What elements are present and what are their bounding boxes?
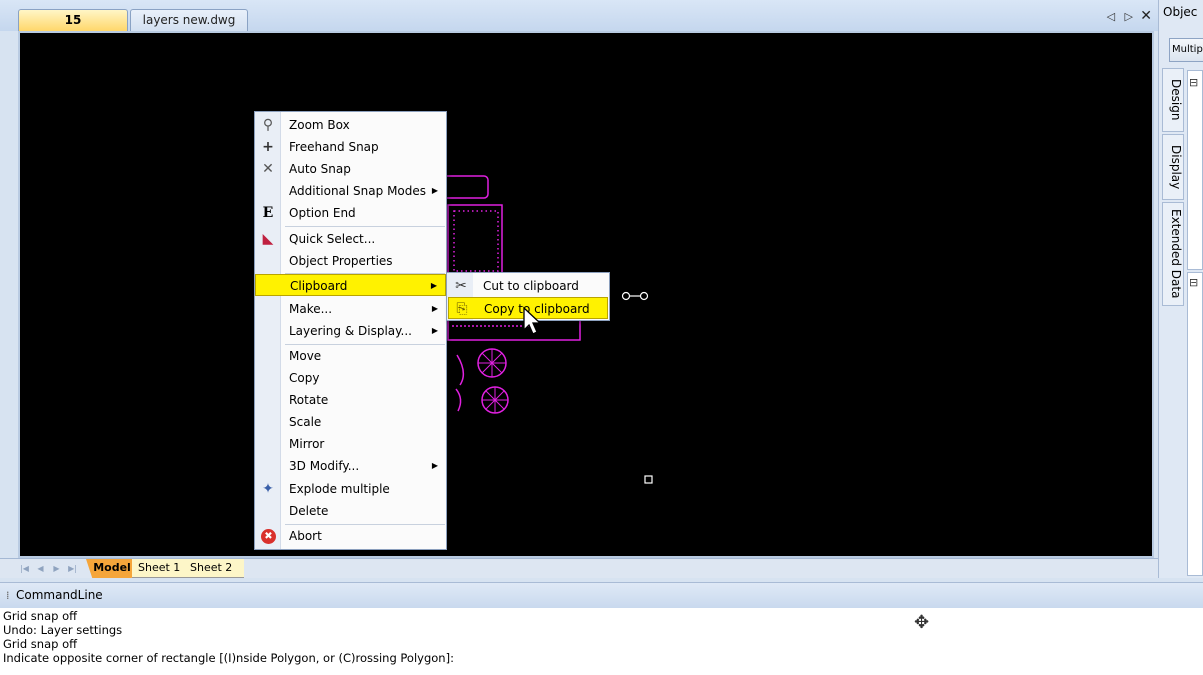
tab-15-layers-dwg[interactable]: 15 layers.dwg — [18, 9, 128, 47]
collapse-icon[interactable]: ⊟ — [1189, 76, 1198, 89]
last-sheet-arrow[interactable]: ▶| — [66, 562, 79, 575]
tab-layers-new-dwg[interactable]: layers new.dwg — [130, 9, 248, 31]
menu-item-abort[interactable]: ✖ Abort — [255, 525, 446, 547]
sheet-tab-model[interactable]: Model — [86, 559, 138, 578]
scissors-icon: ✂ — [455, 278, 467, 294]
menu-item-clipboard[interactable]: Clipboard ▶ — [255, 274, 446, 296]
grip-handles[interactable] — [621, 291, 653, 484]
menu-item-scale[interactable]: Scale — [255, 411, 446, 433]
zoom-box-icon: ⚲ — [262, 117, 274, 133]
tab-display[interactable]: Display — [1162, 134, 1184, 200]
sheet-tab-sheet-2[interactable]: Sheet 2 — [184, 559, 244, 578]
submenu-arrow-icon: ▶ — [431, 461, 438, 470]
submenu-arrow-icon: ▶ — [431, 326, 438, 335]
menu-item-copy[interactable]: Copy — [255, 367, 446, 389]
document-tab-strip: 15 layers.dwg layers new.dwg ◁ ▷ ✕ — [0, 0, 1158, 47]
menu-item-object-properties[interactable]: Object Properties — [255, 250, 446, 272]
command-output-line: Undo: Layer settings — [3, 623, 123, 637]
sheet-tab-bar: |◀ ◀ ▶ ▶| Model Sheet 1 Sheet 2 — [0, 558, 1158, 578]
menu-item-rotate[interactable]: Rotate — [255, 389, 446, 411]
explode-icon: ✦ — [262, 481, 274, 497]
command-output-line: Indicate opposite corner of rectangle [(… — [3, 651, 454, 665]
menu-item-delete[interactable]: Delete — [255, 500, 446, 522]
command-output-line: Grid snap off — [3, 609, 78, 623]
context-menu: ⚲ Zoom Box + Freehand Snap ✕ Auto Snap A… — [254, 111, 447, 550]
panel-title: Objec — [1163, 5, 1198, 19]
menu-item-mirror[interactable]: Mirror — [255, 433, 446, 455]
copy-icon: ⎘ — [456, 301, 468, 317]
menu-item-additional-snap-modes[interactable]: Additional Snap Modes ▶ — [255, 180, 446, 202]
submenu-arrow-icon: ▶ — [430, 281, 437, 290]
prev-sheet-arrow[interactable]: ◀ — [34, 562, 47, 575]
collapse-icon[interactable]: ⊟ — [1189, 276, 1198, 289]
menu-item-move[interactable]: Move — [255, 345, 446, 367]
menu-item-3d-modify[interactable]: 3D Modify... ▶ — [255, 455, 446, 477]
tab-extended-data[interactable]: Extended Data — [1162, 202, 1184, 306]
menu-item-auto-snap[interactable]: ✕ Auto Snap — [255, 158, 446, 180]
tab-design[interactable]: Design — [1162, 68, 1184, 132]
first-sheet-arrow[interactable]: |◀ — [18, 562, 31, 575]
command-output-line: Grid snap off — [3, 637, 78, 651]
submenu-arrow-icon: ▶ — [431, 186, 438, 195]
properties-grid-top — [1187, 70, 1203, 270]
menu-item-quick-select[interactable]: ◣ Quick Select... — [255, 228, 446, 250]
properties-grid-bottom — [1187, 272, 1203, 576]
menu-item-layering-display[interactable]: Layering & Display... ▶ — [255, 320, 446, 342]
submenu-arrow-icon: ▶ — [431, 304, 438, 313]
multiple-selection-dropdown[interactable]: Multip — [1169, 38, 1203, 62]
abort-icon: ✖ — [261, 529, 276, 544]
menu-item-make[interactable]: Make... ▶ — [255, 298, 446, 320]
sheet-tab-sheet-1[interactable]: Sheet 1 — [132, 559, 188, 578]
menu-item-cut-to-clipboard[interactable]: ✂ Cut to clipboard — [448, 275, 608, 297]
tab-scroll-arrows[interactable]: ◁ ▷ — [1107, 10, 1136, 23]
move-cursor-icon: ✥ — [914, 612, 930, 633]
mouse-pointer-icon — [523, 306, 542, 335]
option-end-icon: E — [262, 205, 274, 221]
menu-item-option-end[interactable]: E Option End — [255, 202, 446, 224]
menu-separator — [285, 226, 445, 227]
command-line-title: CommandLine — [16, 588, 103, 602]
plant-symbol — [481, 386, 509, 414]
quick-select-icon: ◣ — [262, 231, 274, 247]
menu-item-zoom-box[interactable]: ⚲ Zoom Box — [255, 114, 446, 136]
auto-snap-icon: ✕ — [262, 161, 274, 177]
plant-symbol — [477, 348, 507, 378]
close-document-button[interactable]: ✕ — [1140, 8, 1152, 24]
grip-icon[interactable]: ⁞ — [6, 589, 10, 602]
next-sheet-arrow[interactable]: ▶ — [50, 562, 63, 575]
command-line-header: ⁞ CommandLine — [0, 582, 1203, 608]
freehand-snap-icon: + — [262, 139, 274, 155]
menu-item-explode-multiple[interactable]: ✦ Explode multiple — [255, 478, 446, 500]
object-properties-panel: Objec Multip Design Display Extended Dat… — [1158, 0, 1203, 578]
command-line-output[interactable]: Grid snap off Undo: Layer settings Grid … — [0, 608, 1203, 675]
menu-item-freehand-snap[interactable]: + Freehand Snap — [255, 136, 446, 158]
